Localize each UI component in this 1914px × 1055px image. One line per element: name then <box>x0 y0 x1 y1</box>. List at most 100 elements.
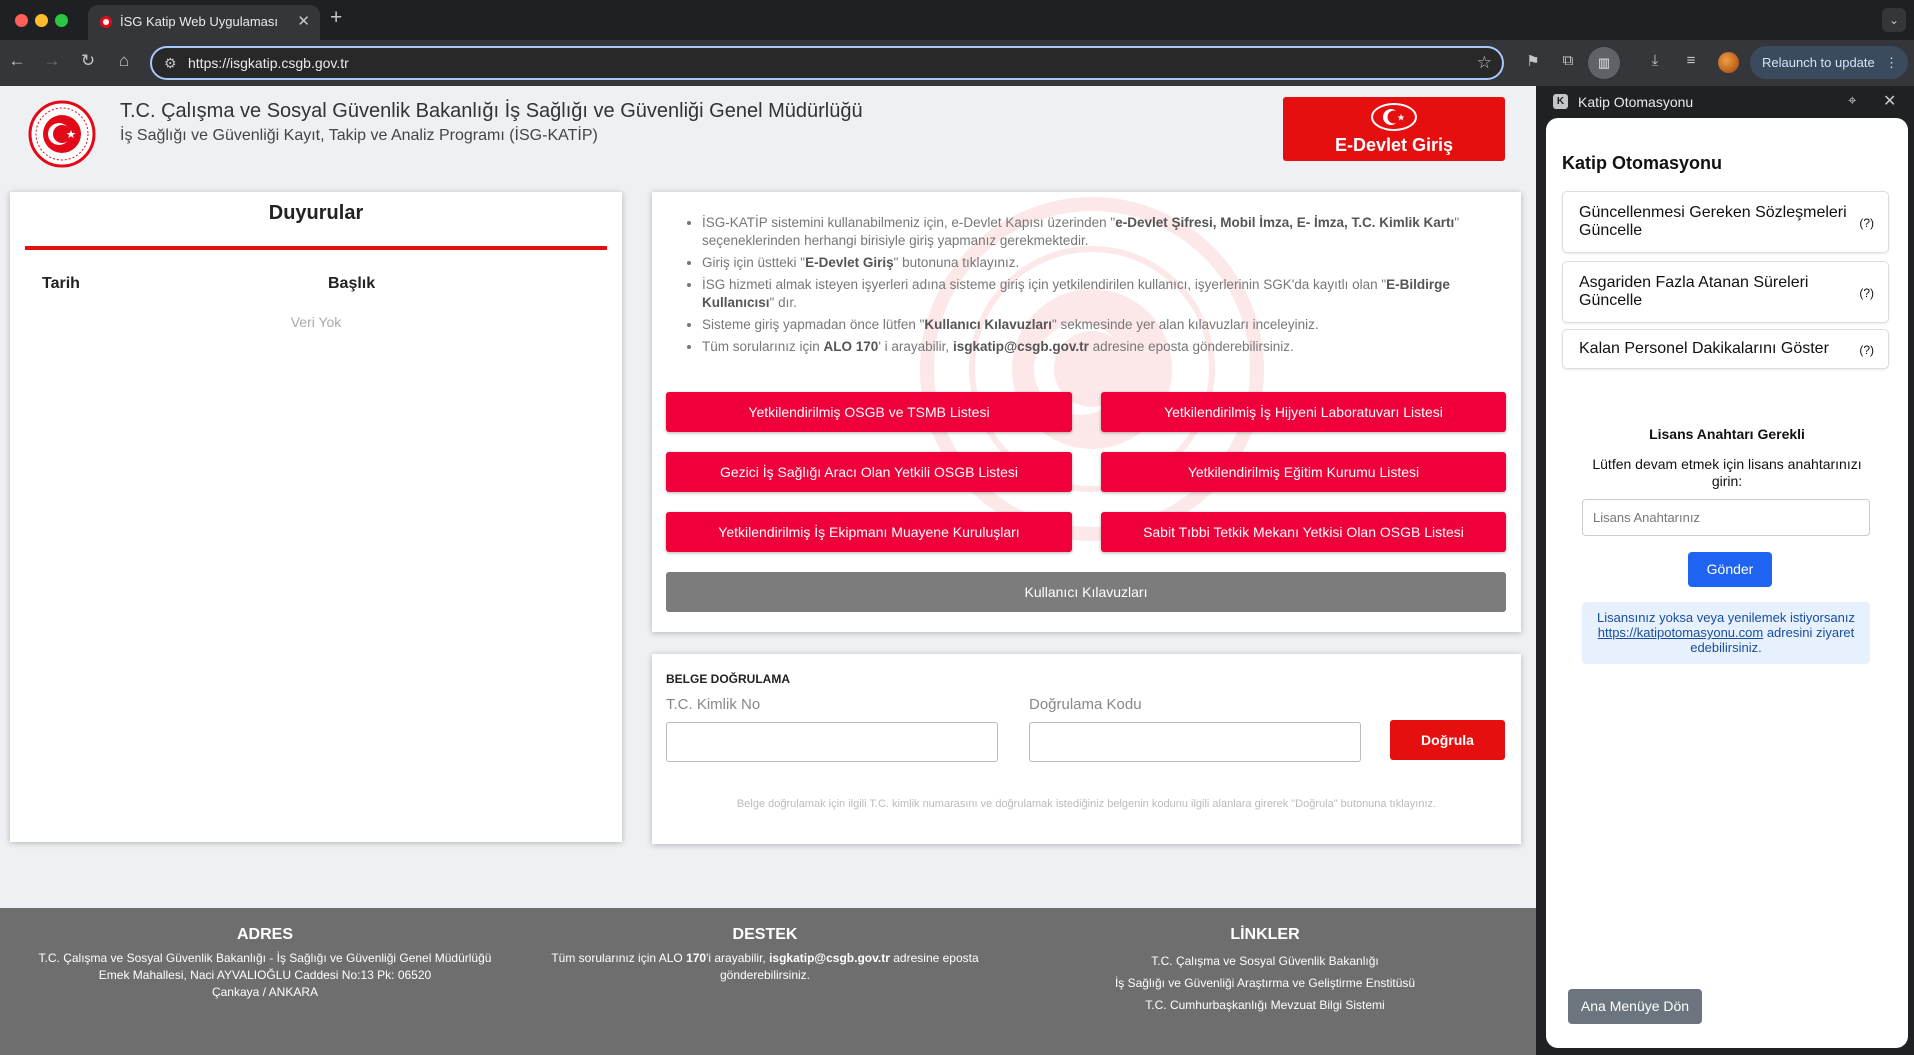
help-icon[interactable]: (?) <box>1859 216 1874 230</box>
relaunch-update-button[interactable]: Relaunch to update ⋮ <box>1750 46 1908 79</box>
more-menu-icon[interactable]: ⋮ <box>1885 46 1898 79</box>
document-verification-card: BELGE DOĞRULAMA T.C. Kimlik No Doğrulama… <box>652 654 1521 844</box>
show-remaining-minutes-label: Kalan Personel Dakikalarını Göster <box>1579 340 1829 357</box>
empty-state-text: Veri Yok <box>290 314 342 330</box>
divider <box>25 246 607 250</box>
send-license-button[interactable]: Gönder <box>1688 552 1772 587</box>
ministry-logo <box>28 100 96 168</box>
license-required-title: Lisans Anahtarı Gerekli <box>1649 426 1805 442</box>
instruction-item: Giriş için üstteki "E-Devlet Giriş" buto… <box>702 254 1492 272</box>
site-favicon-icon <box>100 16 112 28</box>
tab-search-chevron-icon[interactable]: ⌄ <box>1882 8 1906 32</box>
verification-code-label: Doğrulama Kodu <box>1029 696 1142 713</box>
verification-title: BELGE DOĞRULAMA <box>666 672 790 686</box>
announcements-card: Duyurular Tarih Başlık Veri Yok <box>10 192 622 842</box>
footer-support-text: Tüm sorularınız için ALO 170'i arayabili… <box>551 951 979 982</box>
forward-icon[interactable]: → <box>40 51 64 71</box>
extension-k-icon: K <box>1553 94 1568 109</box>
side-panel-header-title: Katip Otomasyonu <box>1578 94 1694 110</box>
help-icon[interactable]: (?) <box>1859 286 1874 300</box>
extensions-puzzle-icon[interactable]: ⧉ <box>1557 52 1579 69</box>
window-minimize-button[interactable] <box>35 14 48 27</box>
instruction-item: Sisteme giriş yapmadan önce lütfen "Kull… <box>702 316 1492 334</box>
side-panel-title: Katip Otomasyonu <box>1562 153 1723 173</box>
instruction-item: İSG hizmeti almak isteyen işyerleri adın… <box>702 276 1492 312</box>
column-header-title: Başlık <box>328 275 376 292</box>
hygiene-lab-list-button[interactable]: Yetkilendirilmiş İş Hijyeni Laboratuvarı… <box>1101 392 1506 432</box>
show-remaining-minutes-button[interactable]: Kalan Personel Dakikalarını Göster (?) <box>1562 329 1889 369</box>
program-title: İş Sağlığı ve Güvenliği Kayıt, Takip ve … <box>120 127 598 144</box>
medical-exam-osgb-list-button[interactable]: Sabit Tıbbi Tetkik Mekanı Yetkisi Olan O… <box>1101 512 1506 552</box>
back-to-menu-button[interactable]: Ana Menüye Dön <box>1568 989 1702 1024</box>
window-zoom-button[interactable] <box>55 14 68 27</box>
announcements-title: Duyurular <box>268 202 364 224</box>
footer-address-line: T.C. Çalışma ve Sosyal Güvenlik Bakanlığ… <box>38 951 492 965</box>
footer-address: ADRES T.C. Çalışma ve Sosyal Güvenlik Ba… <box>20 926 510 1001</box>
footer-support-title: DESTEK <box>732 926 798 943</box>
browser-tab[interactable]: İSG Katip Web Uygulaması ✕ <box>88 5 320 40</box>
footer-links: LİNKLER T.C. Çalışma ve Sosyal Güvenlik … <box>1040 926 1490 1016</box>
info-card: İSG-KATİP sistemini kullanabilmeniz için… <box>652 192 1521 632</box>
url-text: https://isgkatip.csgb.gov.tr <box>188 55 349 71</box>
instructions-list: İSG-KATİP sistemini kullanabilmeniz için… <box>702 214 1492 360</box>
user-guides-button[interactable]: Kullanıcı Kılavuzları <box>666 572 1506 612</box>
footer-link[interactable]: İş Sağlığı ve Güvenliği Araştırma ve Gel… <box>1040 972 1490 994</box>
osgb-tsmb-list-button[interactable]: Yetkilendirilmiş OSGB ve TSMB Listesi <box>666 392 1072 432</box>
update-contracts-label: Güncellenmesi Gereken Sözleşmeleri Günce… <box>1579 204 1847 239</box>
license-site-link[interactable]: https://katipotomasyonu.com <box>1598 625 1763 640</box>
profile-avatar[interactable] <box>1718 52 1739 73</box>
extension-flag-icon[interactable]: ⚑ <box>1522 52 1544 70</box>
download-icon[interactable]: ⤓ <box>1644 52 1666 69</box>
instruction-item: İSG-KATİP sistemini kullanabilmeniz için… <box>702 214 1492 250</box>
unpin-icon[interactable]: ⌖ <box>1848 92 1856 109</box>
update-excess-durations-button[interactable]: Asgariden Fazla Atanan Süreleri Güncelle… <box>1562 261 1889 323</box>
close-panel-icon[interactable]: ✕ <box>1883 91 1896 111</box>
update-excess-durations-label: Asgariden Fazla Atanan Süreleri Güncelle <box>1579 274 1809 309</box>
instruction-item: Tüm sorularınız için ALO 170' i arayabil… <box>702 338 1492 356</box>
tc-id-label: T.C. Kimlik No <box>666 696 761 713</box>
footer-address-title: ADRES <box>236 926 293 943</box>
browser-tab-bar: İSG Katip Web Uygulaması ✕ + ⌄ <box>0 0 1914 40</box>
web-page: T.C. Çalışma ve Sosyal Güvenlik Bakanlığ… <box>0 86 1536 1055</box>
help-icon[interactable]: (?) <box>1859 343 1874 357</box>
tc-id-input[interactable] <box>666 722 998 762</box>
license-info-box: Lisansınız yoksa veya yenilemek istiyors… <box>1582 602 1870 664</box>
side-panel-header: K Katip Otomasyonu ⌖ ✕ <box>1536 86 1914 118</box>
footer-link[interactable]: T.C. Çalışma ve Sosyal Güvenlik Bakanlığ… <box>1040 950 1490 972</box>
verification-code-input[interactable] <box>1029 722 1361 762</box>
reload-icon[interactable]: ↻ <box>76 51 100 71</box>
verification-hint: Belge doğrulamak için ilgili T.C. kimlik… <box>736 798 1437 810</box>
footer-links-title: LİNKLER <box>1230 926 1300 943</box>
footer-support-email[interactable]: isgkatip@csgb.gov.tr <box>769 951 890 965</box>
back-icon[interactable]: ← <box>5 51 29 71</box>
side-panel-icon[interactable]: ▥ <box>1588 47 1620 79</box>
license-key-input[interactable] <box>1582 499 1870 536</box>
browser-toolbar: ← → ↻ ⌂ ⚙ https://isgkatip.csgb.gov.tr ☆… <box>0 40 1914 86</box>
edevlet-emblem-icon <box>1371 103 1417 131</box>
site-footer: ADRES T.C. Çalışma ve Sosyal Güvenlik Ba… <box>0 908 1536 1055</box>
verify-button[interactable]: Doğrula <box>1390 720 1505 760</box>
edevlet-login-button[interactable]: E-Devlet Giriş <box>1283 97 1505 161</box>
equipment-inspection-list-button[interactable]: Yetkilendirilmiş İş Ekipmanı Muayene Kur… <box>666 512 1072 552</box>
training-institution-list-button[interactable]: Yetkilendirilmiş Eğitim Kurumu Listesi <box>1101 452 1506 492</box>
mobile-health-osgb-list-button[interactable]: Gezici İş Sağlığı Aracı Olan Yetkili OSG… <box>666 452 1072 492</box>
site-info-icon[interactable]: ⚙ <box>164 55 177 72</box>
home-icon[interactable]: ⌂ <box>112 51 136 71</box>
new-tab-button[interactable]: + <box>330 6 342 30</box>
license-description: Lütfen devam etmek için lisans anahtarın… <box>1592 456 1862 489</box>
relaunch-label: Relaunch to update <box>1762 55 1875 70</box>
column-header-date: Tarih <box>42 275 80 292</box>
update-contracts-button[interactable]: Güncellenmesi Gereken Sözleşmeleri Günce… <box>1562 191 1889 253</box>
address-bar[interactable]: ⚙ https://isgkatip.csgb.gov.tr ☆ <box>150 46 1504 80</box>
reading-list-icon[interactable]: ≡ <box>1680 52 1702 69</box>
footer-support: DESTEK Tüm sorularınız için ALO 170'i ar… <box>545 926 985 984</box>
side-panel-body: Katip Otomasyonu Güncellenmesi Gereken S… <box>1546 118 1908 1048</box>
footer-address-line: Çankaya / ANKARA <box>211 985 319 999</box>
footer-address-line: Emek Mahallesi, Naci AYVALIOĞLU Caddesi … <box>98 968 432 982</box>
window-close-button[interactable] <box>15 14 28 27</box>
edevlet-label: E-Devlet Giriş <box>1334 135 1454 155</box>
bookmark-star-icon[interactable]: ☆ <box>1477 53 1492 73</box>
tab-close-icon[interactable]: ✕ <box>297 12 310 30</box>
extension-side-panel: K Katip Otomasyonu ⌖ ✕ Katip Otomasyonu … <box>1536 86 1914 1055</box>
footer-link[interactable]: T.C. Cumhurbaşkanlığı Mevzuat Bilgi Sist… <box>1040 994 1490 1016</box>
